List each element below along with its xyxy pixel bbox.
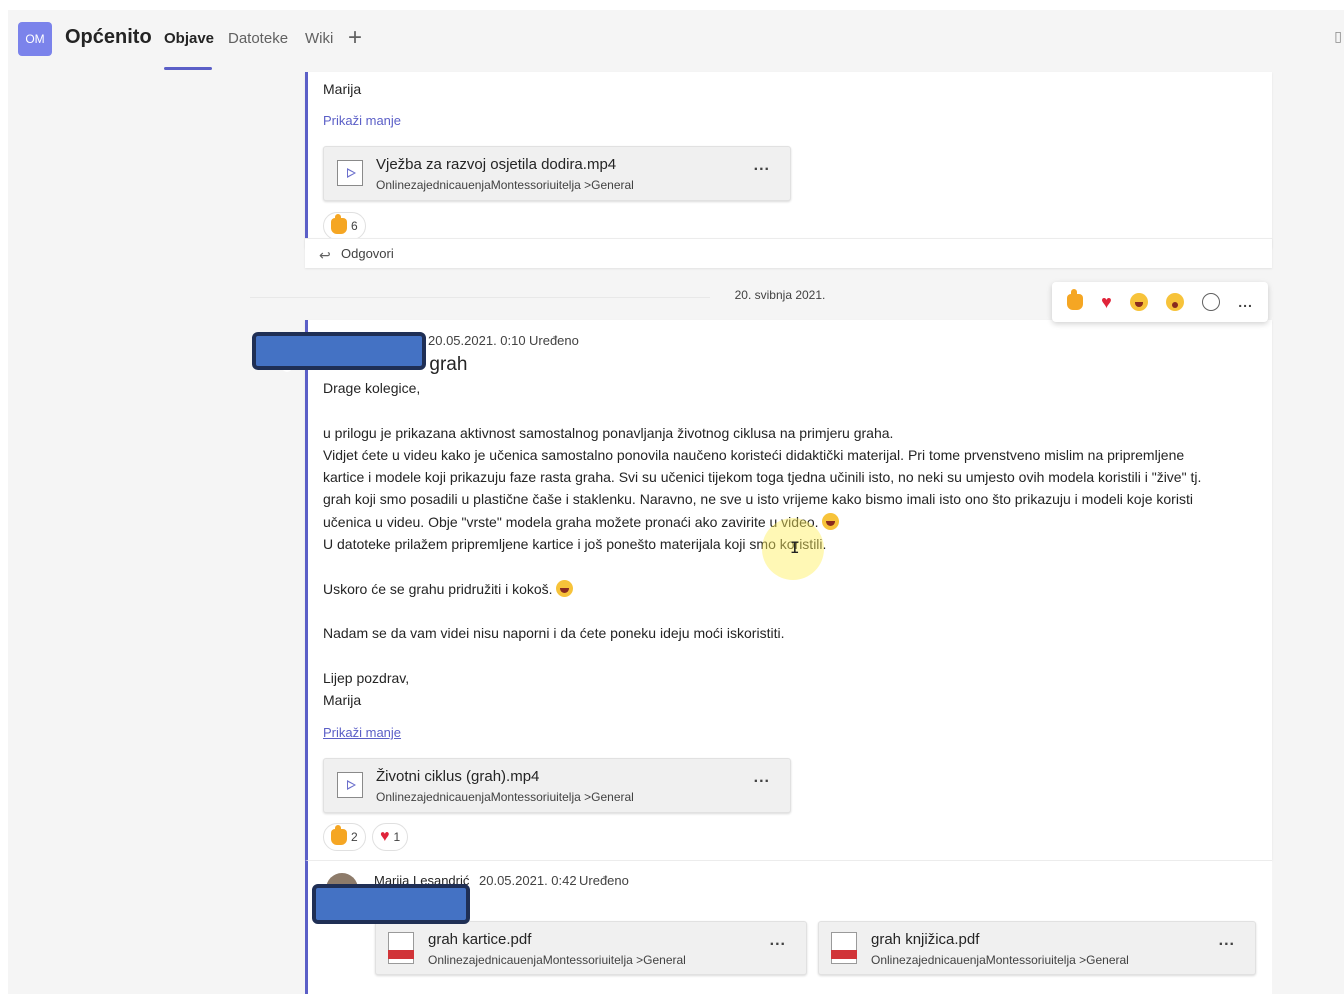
attachment-title: Životni ciklus (grah).mp4 (376, 768, 540, 785)
message-body-line: Uskoro će se grahu pridružiti i kokoš. (323, 580, 573, 597)
message-body-line: učenica u videu. Obje "vrste" modela gra… (323, 513, 839, 530)
tab-objave[interactable]: Objave (164, 30, 214, 47)
attachment-title: Vježba za razvoj osjetila dodira.mp4 (376, 156, 617, 173)
message-greeting: Drage kolegice, (323, 380, 421, 396)
attachment-more-button[interactable]: ... (754, 769, 770, 787)
tab-wiki[interactable]: Wiki (305, 30, 333, 47)
message-body-text: Uskoro će se grahu pridružiti i kokoš. (323, 581, 553, 597)
channel-header: OM Općenito Objave Datoteke Wiki + ▯ (8, 10, 1344, 72)
attachment-more-button[interactable]: ... (1219, 932, 1235, 950)
message-body-line: u prilogu je prikazana aktivnost samosta… (323, 425, 894, 441)
reaction-count: 6 (351, 219, 358, 233)
file-attachment[interactable]: grah kartice.pdf OnlinezajednicauenjaMon… (375, 921, 807, 975)
smile-emoji-icon (821, 513, 839, 530)
attachment-path: OnlinezajednicauenjaMontessoriuitelja >G… (376, 178, 634, 192)
reaction-heart[interactable]: ♥ 1 (372, 823, 409, 851)
pdf-file-icon (831, 932, 857, 964)
attachment-path: OnlinezajednicauenjaMontessoriuitelja >G… (376, 790, 634, 804)
reaction-like[interactable]: 6 (323, 212, 366, 240)
video-file-icon (337, 160, 363, 186)
redaction-box (252, 332, 426, 370)
reply-timestamp: 20.05.2021. 0:42 (479, 873, 577, 888)
like-icon (331, 214, 347, 234)
reply-card: Marija Lesandrić 20.05.2021. 0:42 Uređen… (305, 860, 1272, 994)
channel-title: Općenito (65, 26, 152, 48)
text-cursor-icon: I (790, 538, 800, 557)
laugh-icon[interactable] (1129, 293, 1148, 311)
attachment-more-button[interactable]: ... (754, 157, 770, 175)
surprised-icon[interactable] (1166, 293, 1185, 311)
message-body-line: grah koji smo posadili u plastične čaše … (323, 491, 1193, 507)
date-divider-label: 20. svibnja 2021. (726, 288, 834, 302)
pdf-file-icon (388, 932, 414, 964)
edited-label: Uređeno (579, 873, 629, 888)
smile-emoji-icon (555, 580, 573, 597)
file-attachment[interactable]: Vježba za razvoj osjetila dodira.mp4 Onl… (323, 146, 791, 201)
reaction-toolbar: ♥ ... (1052, 282, 1268, 322)
heart-icon: ♥ (380, 828, 390, 845)
like-icon[interactable] (1067, 289, 1084, 310)
file-attachment[interactable]: grah knjižica.pdf OnlinezajednicauenjaMo… (818, 921, 1256, 975)
message-body-line: kartice i modele koji prikazuju faze ras… (323, 469, 1202, 485)
reaction-count: 2 (351, 830, 358, 844)
heart-icon[interactable]: ♥ (1101, 293, 1112, 311)
attachment-path: OnlinezajednicauenjaMontessoriuitelja >G… (871, 953, 1129, 967)
message-body-line: U datoteke prilažem pripremljene kartice… (323, 536, 827, 552)
attachment-title: grah kartice.pdf (428, 931, 532, 948)
message-signature: Marija (323, 692, 362, 708)
file-attachment[interactable]: Životni ciklus (grah).mp4 Onlinezajednic… (323, 758, 791, 813)
show-less-link[interactable]: Prikaži manje (323, 113, 401, 128)
message-body-line: Vidjet ćete u videu kako je učenica samo… (323, 447, 1185, 463)
meeting-icon[interactable]: ▯ (1334, 28, 1342, 45)
message-signature: Marija (323, 81, 362, 97)
add-reaction-icon[interactable] (1202, 293, 1221, 311)
message-body-line: Nadam se da vam videi nisu naporni i da … (323, 625, 785, 641)
reply-row[interactable]: ↩ Odgovori (305, 238, 1272, 268)
more-options-button[interactable]: ... (1238, 295, 1253, 309)
show-less-link[interactable]: Prikaži manje (323, 725, 401, 740)
message-timestamp: 20.05.2021. 0:10 (428, 333, 526, 348)
attachment-more-button[interactable]: ... (770, 932, 786, 950)
message-card: 20.05.2021. 0:10 Uređeno s - grah Drage … (305, 320, 1272, 860)
edited-label: Uređeno (529, 333, 579, 348)
reaction-like[interactable]: 2 (323, 823, 366, 851)
tab-datoteke[interactable]: Datoteke (228, 30, 288, 47)
team-avatar[interactable]: OM (18, 22, 52, 56)
video-file-icon (337, 772, 363, 798)
like-icon (331, 825, 347, 845)
attachment-path: OnlinezajednicauenjaMontessoriuitelja >G… (428, 953, 686, 967)
attachment-title: grah knjižica.pdf (871, 931, 980, 948)
message-card: Marija Prikaži manje Vježba za razvoj os… (305, 72, 1272, 248)
reply-icon: ↩ (319, 247, 331, 263)
message-closing: Lijep pozdrav, (323, 670, 410, 686)
message-body-text: učenica u videu. Obje "vrste" modela gra… (323, 514, 819, 530)
active-tab-indicator (164, 67, 212, 70)
reaction-count: 1 (393, 830, 401, 844)
add-tab-icon[interactable]: + (348, 24, 362, 52)
reply-button[interactable]: Odgovori (341, 246, 394, 261)
redaction-box (312, 884, 470, 924)
